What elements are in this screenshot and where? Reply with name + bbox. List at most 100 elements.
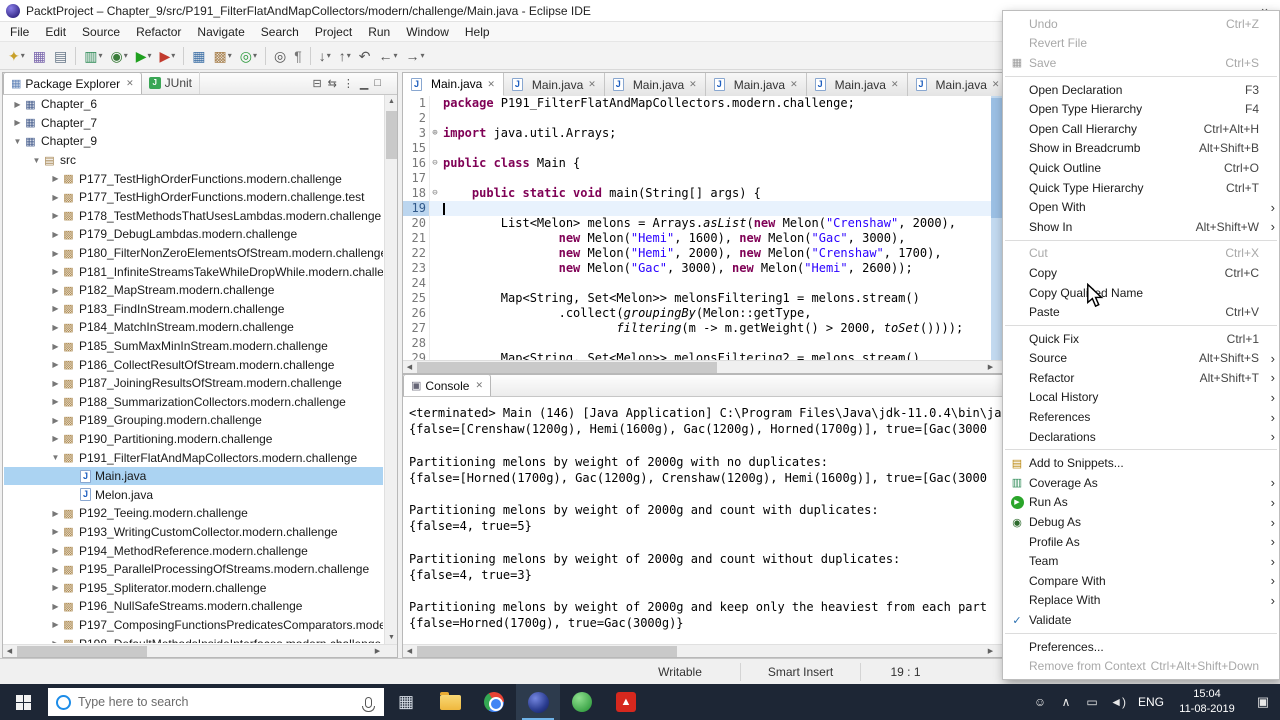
mark-occurrences-icon[interactable]: ¶ [291,44,305,68]
scroll-thumb[interactable] [386,111,397,159]
expand-arrow-icon[interactable]: ▶ [50,527,61,536]
close-tab-icon[interactable]: ✕ [891,79,899,90]
menubar-item-search[interactable]: Search [253,22,307,42]
editor-tab-main-java[interactable]: J Main.java ✕ [503,73,605,96]
expand-arrow-icon[interactable]: ▶ [50,509,61,518]
expand-arrow-icon[interactable]: ▶ [50,267,61,276]
editor-tab-main-java[interactable]: J Main.java ✕ [403,73,504,96]
context-menu-item-references[interactable]: References › [1003,407,1279,427]
menubar-item-navigate[interactable]: Navigate [189,22,252,42]
scroll-up-icon[interactable]: ▲ [385,95,398,108]
tree-item-p194-methodreference-modern-challenge[interactable]: ▶ ▩ P194_MethodReference.modern.challenge [4,541,383,560]
context-menu-item-open-with[interactable]: Open With › [1003,197,1279,217]
context-menu-item-team[interactable]: Team › [1003,551,1279,571]
expand-arrow-icon[interactable]: ▶ [50,434,61,443]
new-class-icon[interactable]: ◎ ▾ [237,44,260,68]
tree-item-src[interactable]: ▼ ▤ src [4,151,383,170]
back-icon[interactable]: ← ▾ [376,44,401,68]
menubar-item-run[interactable]: Run [360,22,398,42]
package-explorer-hscrollbar[interactable]: ◀ ▶ [3,644,397,657]
context-menu-item-debug-as[interactable]: ◉ Debug As › [1003,512,1279,532]
tree-item-p180-filternonzeroelementsofstream-modern-challenge[interactable]: ▶ ▩ P180_FilterNonZeroElementsOfStream.mod… [4,244,383,263]
save-icon[interactable]: ▦ [30,44,49,68]
collapse-arrow-icon[interactable]: ▼ [50,453,61,462]
scroll-right-icon[interactable]: ▶ [984,361,997,374]
context-menu-item-coverage-as[interactable]: ▥ Coverage As › [1003,473,1279,493]
tab-junit[interactable]: J JUnit [142,72,201,94]
tree-item-p182-mapstream-modern-challenge[interactable]: ▶ ▩ P182_MapStream.modern.challenge [4,281,383,300]
context-menu-item-profile-as[interactable]: Profile As › [1003,532,1279,552]
scroll-left-icon[interactable]: ◀ [3,645,16,658]
expand-arrow-icon[interactable]: ▶ [12,100,23,109]
previous-annotation-icon[interactable]: ↑ ▾ [336,44,354,68]
editor-tab-main-java[interactable]: J Main.java ✕ [806,73,908,96]
scroll-right-icon[interactable]: ▶ [371,645,384,658]
coverage-icon[interactable]: ▥ ▾ [81,44,105,68]
tree-item-p193-writingcustomcollector-modern-challenge[interactable]: ▶ ▩ P193_WritingCustomCollector.modern.cha… [4,523,383,542]
context-menu-item-source[interactable]: Source Alt+Shift+S › [1003,349,1279,369]
expand-arrow-icon[interactable]: ▶ [50,602,61,611]
collapse-arrow-icon[interactable]: ▼ [12,137,23,146]
context-menu-item-open-type-hierarchy[interactable]: Open Type Hierarchy F4 [1003,99,1279,119]
menubar-item-edit[interactable]: Edit [37,22,74,42]
tree-item-chapter-7[interactable]: ▶ ▦ Chapter_7 [4,114,383,133]
expand-arrow-icon[interactable]: ▶ [50,286,61,295]
context-menu-item-show-in[interactable]: Show In Alt+Shift+W › [1003,217,1279,237]
view-menu-icon[interactable]: ⋮ [343,77,354,90]
task-view-button[interactable]: ▦ [384,684,428,720]
volume-icon[interactable]: ◄) [1105,684,1131,720]
tree-item-p185-summaxmininstream-modern-challenge[interactable]: ▶ ▩ P185_SumMaxMinInStream.modern.challeng… [4,337,383,356]
scroll-left-icon[interactable]: ◀ [403,361,416,374]
context-menu-item-replace-with[interactable]: Replace With › [1003,591,1279,611]
eclipse-icon[interactable] [516,684,560,720]
context-menu-item-validate[interactable]: ✓ Validate [1003,610,1279,630]
context-menu-item-local-history[interactable]: Local History › [1003,388,1279,408]
taskbar-clock[interactable]: 15:04 11-08-2019 [1171,687,1243,717]
menubar-item-file[interactable]: File [2,22,37,42]
language-indicator[interactable]: ENG [1134,695,1168,709]
search-input[interactable] [78,695,358,709]
expand-arrow-icon[interactable]: ▶ [50,174,61,183]
tree-item-p181-infinitestreamstakewhiledropwhile-modern-challenge[interactable]: ▶ ▩ P181_InfiniteStreamsTakeWhileDropWhile… [4,262,383,281]
tree-item-p177-testhighorderfunctions-modern-challenge[interactable]: ▶ ▩ P177_TestHighOrderFunctions.modern.cha… [4,169,383,188]
context-menu-item-paste[interactable]: Paste Ctrl+V [1003,302,1279,322]
tab-console[interactable]: ▣ Console ✕ [403,374,491,396]
forward-icon[interactable]: → ▾ [403,44,428,68]
tree-item-p190-partitioning-modern-challenge[interactable]: ▶ ▩ P190_Partitioning.modern.challenge [4,430,383,449]
context-menu-item-quick-fix[interactable]: Quick Fix Ctrl+1 [1003,329,1279,349]
expand-arrow-icon[interactable]: ▶ [50,379,61,388]
tree-item-p187-joiningresultsofstream-modern-challenge[interactable]: ▶ ▩ P187_JoiningResultsOfStream.modern.cha… [4,374,383,393]
close-tab-icon[interactable]: ✕ [790,79,798,90]
expand-arrow-icon[interactable]: ▶ [50,249,61,258]
package-explorer-tree[interactable]: ▶ ▦ Chapter_6 ▶ ▦ Chapter_7 ▼ ▦ Chapter_9 ▼ ▤ src ▶ ▩… [4,95,383,643]
context-menu-item-quick-type-hierarchy[interactable]: Quick Type Hierarchy Ctrl+T [1003,178,1279,198]
menubar-item-help[interactable]: Help [457,22,498,42]
scroll-thumb[interactable] [17,646,147,657]
collapse-arrow-icon[interactable]: ▼ [31,156,42,165]
context-menu-item-add-to-snippets[interactable]: ▤ Add to Snippets... [1003,453,1279,473]
close-tab-icon[interactable]: ✕ [487,79,495,90]
scroll-left-icon[interactable]: ◀ [403,645,416,658]
close-tab-icon[interactable]: ✕ [689,79,697,90]
expand-arrow-icon[interactable]: ▶ [50,304,61,313]
link-with-editor-icon[interactable]: ⇆ [328,77,337,90]
search-icon[interactable]: ◎ [271,44,289,68]
context-menu-item-cut[interactable]: Cut Ctrl+X [1003,244,1279,264]
tree-item-p195-spliterator-modern-challenge[interactable]: ▶ ▩ P195_Spliterator.modern.challenge [4,578,383,597]
people-icon[interactable]: ☺ [1027,684,1053,720]
debug-icon[interactable]: ◉ ▾ [107,44,130,68]
context-menu-item-undo[interactable]: Undo Ctrl+Z [1003,14,1279,34]
scroll-thumb[interactable] [417,362,717,373]
expand-arrow-icon[interactable]: ▶ [50,620,61,629]
context-menu-item-refactor[interactable]: Refactor Alt+Shift+T › [1003,368,1279,388]
context-menu-item-quick-outline[interactable]: Quick Outline Ctrl+O [1003,158,1279,178]
expand-arrow-icon[interactable]: ▶ [50,211,61,220]
menubar-item-window[interactable]: Window [398,22,457,42]
run-icon[interactable]: ▶ ▾ [133,44,155,68]
next-annotation-icon[interactable]: ↓ ▾ [316,44,334,68]
new-java-project-icon[interactable]: ▦ [189,44,208,68]
context-menu-item-open-call-hierarchy[interactable]: Open Call Hierarchy Ctrl+Alt+H [1003,119,1279,139]
editor-tab-main-java[interactable]: J Main.java ✕ [705,73,807,96]
new-package-icon[interactable]: ▩ ▾ [211,44,235,68]
context-menu-item-remove-from-context[interactable]: Remove from Context Ctrl+Alt+Shift+Down [1003,656,1279,676]
